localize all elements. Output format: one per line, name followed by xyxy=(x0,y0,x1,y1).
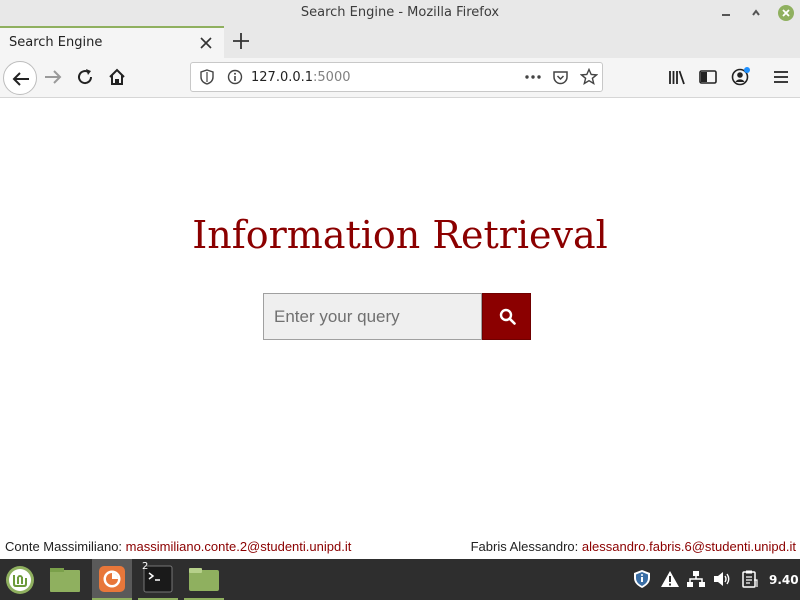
shield-icon[interactable] xyxy=(632,569,652,589)
menu-icon[interactable] xyxy=(770,66,792,88)
search-icon xyxy=(499,308,516,325)
site-info-icon[interactable] xyxy=(227,69,243,85)
nav-toolbar: 127.0.0.1:5000 xyxy=(0,58,800,98)
url-text[interactable]: 127.0.0.1:5000 xyxy=(251,70,351,85)
close-window-icon[interactable] xyxy=(777,4,795,22)
back-button[interactable] xyxy=(3,61,37,95)
forward-icon[interactable] xyxy=(42,66,64,88)
url-port: :5000 xyxy=(313,70,351,85)
library-icon[interactable] xyxy=(666,66,688,88)
search-button[interactable] xyxy=(482,293,531,340)
home-icon[interactable] xyxy=(106,66,128,88)
firefox-icon xyxy=(99,566,125,592)
page-title: Information Retrieval xyxy=(192,213,608,257)
tab-label: Search Engine xyxy=(9,35,103,50)
author-name: Fabris Alessandro: xyxy=(470,539,579,554)
minimize-icon[interactable] xyxy=(717,4,735,22)
network-icon[interactable] xyxy=(686,569,706,589)
clipboard-icon[interactable] xyxy=(740,569,760,589)
url-bar[interactable]: 127.0.0.1:5000 xyxy=(190,62,603,92)
author-name: Conte Massimiliano: xyxy=(5,539,123,554)
page-content: Information Retrieval Conte Massimiliano… xyxy=(0,98,800,559)
search-input[interactable] xyxy=(263,293,482,340)
page-actions-icon[interactable] xyxy=(524,69,542,85)
url-host: 127.0.0.1 xyxy=(251,70,314,85)
window-titlebar: Search Engine - Mozilla Firefox xyxy=(0,0,800,26)
author-email-link[interactable]: massimiliano.conte.2@studenti.unipd.it xyxy=(126,539,352,554)
author-email-link[interactable]: alessandro.fabris.6@studenti.unipd.it xyxy=(582,539,796,554)
tab-strip: Search Engine xyxy=(0,26,800,58)
mint-menu-button[interactable] xyxy=(0,559,42,600)
reload-icon[interactable] xyxy=(74,66,96,88)
volume-icon[interactable] xyxy=(712,569,732,589)
taskbar-files[interactable] xyxy=(184,559,224,600)
clock[interactable]: 9.40 xyxy=(769,573,799,587)
warning-icon[interactable] xyxy=(660,569,680,589)
footer-author-right: Fabris Alessandro: alessandro.fabris.6@s… xyxy=(471,539,796,554)
files-folder-icon xyxy=(189,568,219,591)
new-tab-icon[interactable] xyxy=(230,30,252,52)
pocket-icon[interactable] xyxy=(552,69,569,86)
footer-author-left: Conte Massimiliano: massimiliano.conte.2… xyxy=(5,539,351,554)
tab-search-engine[interactable]: Search Engine xyxy=(0,26,224,58)
back-arrow-icon xyxy=(12,72,29,86)
window-count-badge: 2 xyxy=(142,561,149,572)
account-icon[interactable] xyxy=(729,66,751,88)
tracking-shield-icon[interactable] xyxy=(199,69,215,85)
maximize-icon[interactable] xyxy=(747,4,765,22)
taskbar-firefox[interactable] xyxy=(92,559,132,600)
window-title: Search Engine - Mozilla Firefox xyxy=(300,5,500,20)
close-tab-icon[interactable] xyxy=(198,35,214,51)
taskbar: 2 9.40 xyxy=(0,559,800,600)
sidebar-icon[interactable] xyxy=(697,66,719,88)
taskbar-terminal[interactable]: 2 xyxy=(138,559,178,600)
bookmark-star-icon[interactable] xyxy=(580,68,598,86)
mint-menu-icon xyxy=(6,566,34,594)
show-desktop-folder-icon xyxy=(50,568,80,592)
taskbar-show-desktop[interactable] xyxy=(44,559,86,600)
